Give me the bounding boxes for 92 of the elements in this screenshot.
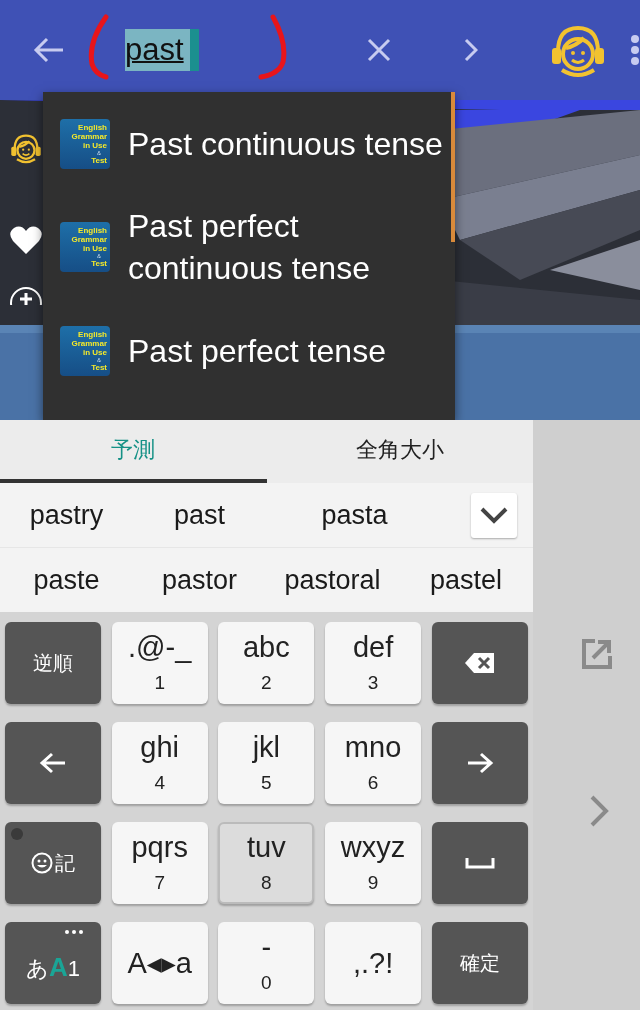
keyboard-tab[interactable]: 全角大小 bbox=[266, 420, 533, 483]
left-arrow-icon bbox=[39, 751, 67, 775]
key-letters: wxyz bbox=[340, 830, 406, 864]
key-digit: 1 bbox=[154, 671, 165, 695]
letter-key[interactable]: mno 6 bbox=[325, 722, 422, 804]
smiley-icon bbox=[31, 852, 53, 874]
key-digit: 8 bbox=[261, 871, 272, 895]
key-letters: tuv bbox=[247, 830, 286, 864]
app-icon-text: English bbox=[78, 225, 107, 235]
candidate-word[interactable]: pasta bbox=[266, 483, 443, 547]
menu-button[interactable] bbox=[630, 35, 640, 65]
key-digit: 0 bbox=[261, 971, 272, 995]
more-dots-icon bbox=[65, 930, 83, 934]
letter-key[interactable]: pqrs 7 bbox=[111, 822, 208, 904]
letter-key[interactable]: def 3 bbox=[325, 622, 422, 704]
function-key[interactable]: 逆順 bbox=[5, 622, 101, 704]
search-text: past bbox=[125, 29, 199, 71]
next-button[interactable] bbox=[464, 38, 478, 62]
space-icon bbox=[464, 857, 495, 869]
letter-key[interactable]: wxyz 9 bbox=[325, 822, 422, 904]
candidate-word[interactable]: pastel bbox=[399, 548, 533, 612]
key-label: 記 bbox=[55, 850, 75, 876]
app-icon-text: in Use bbox=[83, 140, 107, 150]
key-letters: ghi bbox=[140, 730, 180, 764]
key-letters: A◂▸a bbox=[127, 946, 192, 980]
app-icon-text: Test bbox=[91, 363, 107, 372]
letter-key[interactable]: tuv 8 bbox=[218, 822, 315, 904]
candidate-word[interactable]: paste bbox=[0, 548, 133, 612]
app-icon-text: in Use bbox=[83, 243, 107, 253]
key-letters: - bbox=[261, 930, 272, 964]
right-arrow-icon bbox=[465, 751, 494, 775]
app-icon-text: Test bbox=[91, 258, 107, 268]
right-key[interactable] bbox=[431, 722, 528, 804]
candidate-word[interactable]: past bbox=[133, 483, 266, 547]
app-icon-text: Grammar bbox=[71, 234, 107, 244]
chevron-down-icon bbox=[479, 506, 509, 524]
letter-key[interactable]: abc 2 bbox=[218, 622, 315, 704]
app-icon-text: Grammar bbox=[71, 339, 107, 348]
function-key[interactable]: 確定 bbox=[431, 922, 528, 1004]
app-icon-text: in Use bbox=[83, 348, 107, 357]
key-digit: 7 bbox=[154, 871, 165, 895]
heart-icon bbox=[10, 225, 42, 255]
indicator-dot-icon bbox=[11, 828, 23, 840]
close-button[interactable] bbox=[366, 37, 392, 63]
key-digit: 4 bbox=[154, 771, 165, 795]
suggestion-item[interactable]: Past continuous tense bbox=[128, 122, 448, 165]
letter-key[interactable]: .@-_ 1 bbox=[111, 622, 208, 704]
candidate-word[interactable]: pastoral bbox=[266, 548, 399, 612]
key-letters: abc bbox=[243, 630, 290, 664]
close-icon bbox=[366, 37, 392, 63]
key-letters: mno bbox=[344, 730, 402, 764]
letter-key[interactable]: ghi 4 bbox=[111, 722, 208, 804]
app-icon-text: Grammar bbox=[71, 131, 107, 141]
left-key[interactable] bbox=[5, 722, 101, 804]
emoji-key[interactable]: 記 bbox=[5, 822, 101, 904]
app-icon-text: English bbox=[78, 122, 107, 132]
candidate-word[interactable]: pastry bbox=[0, 483, 133, 547]
suggestion-item[interactable]: Past perfect tense bbox=[128, 330, 448, 372]
key-letters: jkl bbox=[252, 730, 281, 764]
chevron-right-icon bbox=[589, 794, 609, 828]
mode-option: あ bbox=[26, 954, 49, 984]
backspace-key[interactable] bbox=[431, 622, 528, 704]
key-digit: 5 bbox=[261, 771, 272, 795]
key-digit: 6 bbox=[367, 771, 379, 795]
app-icon-text: Test bbox=[91, 155, 107, 165]
input-mode-key[interactable]: あA1 bbox=[5, 922, 101, 1004]
mode-option: A bbox=[49, 952, 68, 983]
suggestion-item[interactable]: Past perfect continuous tense bbox=[128, 204, 448, 289]
key-digit: 3 bbox=[367, 671, 379, 695]
space-key[interactable] bbox=[431, 822, 528, 904]
letter-key[interactable]: - 0 bbox=[218, 922, 315, 1004]
candidate-word[interactable]: pastor bbox=[133, 548, 266, 612]
key-letters: def bbox=[352, 630, 394, 664]
letter-key[interactable]: ,.?! bbox=[325, 922, 422, 1004]
mode-option: 1 bbox=[67, 956, 80, 982]
letter-key[interactable]: jkl 5 bbox=[218, 722, 315, 804]
letter-key[interactable]: A◂▸a bbox=[111, 922, 208, 1004]
add-icon bbox=[9, 285, 43, 305]
app-icon-text: English bbox=[78, 330, 107, 339]
key-letters: pqrs bbox=[131, 830, 188, 864]
back-arrow-icon bbox=[33, 36, 65, 64]
key-letters: .@-_ bbox=[128, 630, 192, 664]
search-field[interactable]: past bbox=[125, 30, 251, 70]
expand-button[interactable] bbox=[471, 492, 517, 538]
more-icon bbox=[630, 35, 640, 65]
chevron-right-icon bbox=[464, 38, 478, 62]
back-button[interactable] bbox=[33, 36, 65, 64]
key-digit: 2 bbox=[261, 671, 272, 695]
key-letters: ,.?! bbox=[352, 946, 394, 980]
backspace-icon bbox=[463, 651, 496, 675]
key-digit: 9 bbox=[367, 871, 379, 895]
external-link-icon bbox=[581, 638, 613, 670]
